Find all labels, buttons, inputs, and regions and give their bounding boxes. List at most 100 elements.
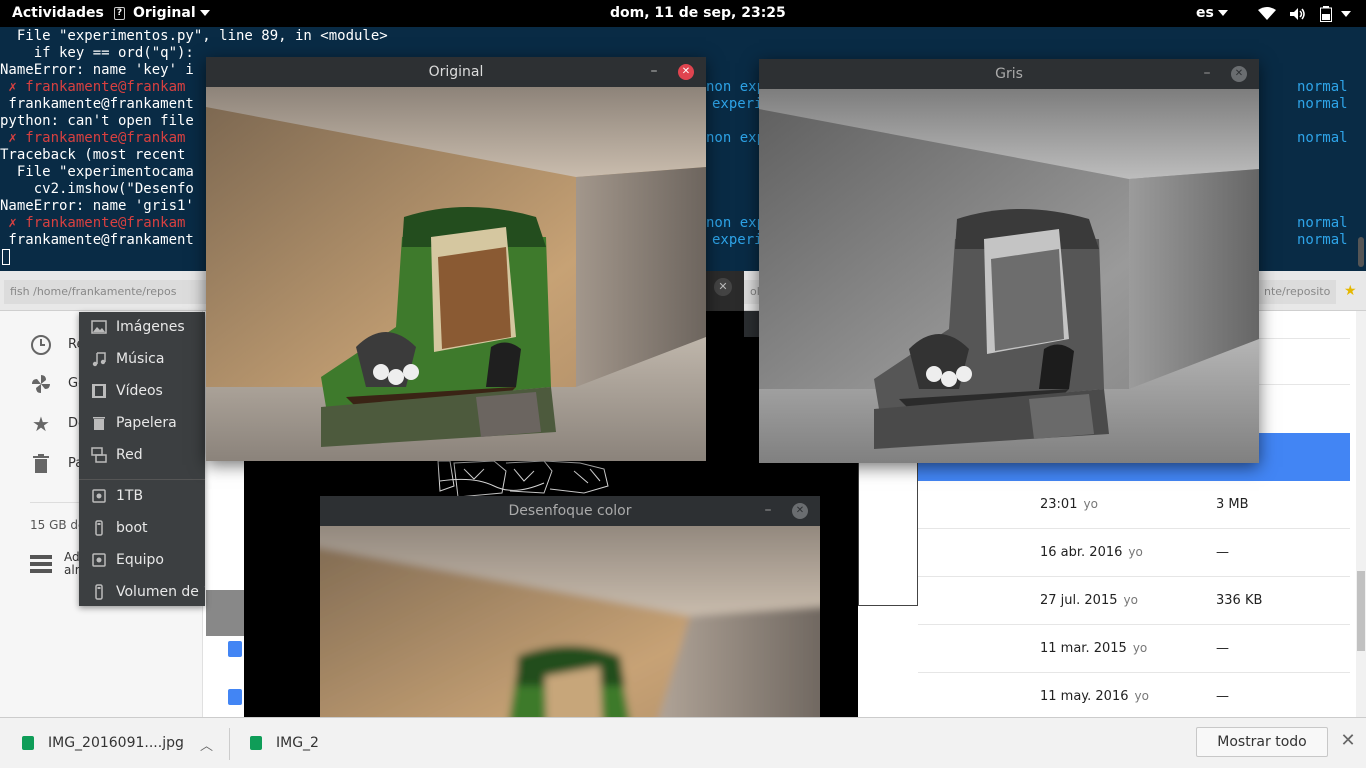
tab-fish[interactable]: fish /home/frankamente/repos <box>4 280 206 304</box>
file-list-scrollbar[interactable] <box>1356 311 1366 717</box>
modified-date: 11 may. 2016 yo <box>1040 689 1149 704</box>
modified-date: 23:01 yo <box>1040 497 1098 512</box>
table-row[interactable]: 16 abr. 2016 yo — <box>918 529 1350 577</box>
menu-item-imagenes[interactable]: Imágenes <box>79 312 205 344</box>
owner-text: yo <box>1128 545 1143 559</box>
star-icon: ★ <box>32 412 50 436</box>
chevron-down-icon <box>1340 11 1351 17</box>
terminal-fragment: non exp <box>706 215 766 231</box>
scrollbar-thumb[interactable] <box>1357 571 1365 651</box>
terminal-mode: normal <box>1297 130 1348 146</box>
close-icon[interactable]: ✕ <box>678 64 694 80</box>
tab-middle[interactable]: ole <box>744 280 760 304</box>
window-titlebar[interactable]: Desenfoque color <box>320 496 820 526</box>
pinwheel-icon <box>32 375 50 393</box>
menu-item-videos[interactable]: Vídeos <box>79 376 205 408</box>
menu-item-1tb[interactable]: 1TB <box>79 481 205 513</box>
window-titlebar[interactable]: Original <box>206 57 706 87</box>
owner-text: yo <box>1123 593 1138 607</box>
download-bar: IMG_2016091....jpg ︿ IMG_2 <box>0 717 1366 768</box>
date-text: 11 may. 2016 <box>1040 689 1129 704</box>
close-icon[interactable]: ✕ <box>792 503 808 519</box>
status-menu[interactable] <box>1258 6 1351 22</box>
storage-usage: 15 GB de <box>30 518 86 532</box>
file-size: — <box>1216 545 1229 560</box>
terminal-line: NameError: name 'key' i <box>0 62 194 78</box>
menu-item-label: Papelera <box>116 415 177 431</box>
usb-icon <box>95 584 103 600</box>
clock[interactable]: dom, 11 de sep, 23:25 <box>610 5 786 21</box>
music-icon <box>92 352 106 367</box>
download-item[interactable]: IMG_2016091....jpg ︿ <box>0 718 230 768</box>
terminal-line: frankamente@frankament <box>0 96 194 112</box>
window-title: Gris <box>995 66 1023 82</box>
window-title: Desenfoque color <box>508 503 632 519</box>
terminal-mode: normal <box>1297 232 1348 248</box>
close-icon[interactable]: ✕ <box>1231 66 1247 82</box>
original-image <box>206 87 706 461</box>
date-text: 16 abr. 2016 <box>1040 545 1123 560</box>
close-icon[interactable]: ✕ <box>714 278 732 296</box>
chevron-up-icon[interactable]: ︿ <box>200 735 213 754</box>
usb-icon <box>95 520 103 536</box>
storage-icon <box>30 555 52 573</box>
terminal-line: frankamente@frankament <box>0 232 194 248</box>
close-icon[interactable]: ✕ <box>1338 731 1358 751</box>
window-title: Original <box>428 64 484 80</box>
table-row[interactable]: 11 mar. 2015 yo — <box>918 625 1350 673</box>
minimize-icon[interactable]: – <box>761 503 775 517</box>
doc-icon <box>228 641 242 657</box>
menu-item-label: Volumen de 1 <box>116 584 205 600</box>
menu-item-label: Imágenes <box>116 319 185 335</box>
table-row[interactable]: 27 jul. 2015 yo 336 KB <box>918 577 1350 625</box>
trash-icon <box>93 417 105 430</box>
storage-action-line: Ad <box>64 550 80 564</box>
menu-item-red[interactable]: Red <box>79 440 205 472</box>
battery-icon <box>1319 6 1332 22</box>
menu-item-label: Red <box>116 447 143 463</box>
app-icon: ? <box>114 6 125 20</box>
trash-icon <box>33 454 49 473</box>
doc-icon <box>228 689 242 705</box>
tab-right[interactable]: nte/reposito <box>1258 280 1336 304</box>
terminal-line: python: can't open file <box>0 113 194 129</box>
terminal-fragment: non exp <box>706 130 766 146</box>
menu-item-equipo[interactable]: Equipo <box>79 545 205 577</box>
owner-text: yo <box>1134 689 1149 703</box>
menu-item-volumen[interactable]: Volumen de 1 <box>79 577 205 606</box>
modified-date: 11 mar. 2015 yo <box>1040 641 1147 656</box>
download-item[interactable]: IMG_2 <box>228 718 319 768</box>
terminal-line: ✗ frankamente@frankam <box>0 130 186 146</box>
show-all-button[interactable]: Mostrar todo <box>1196 727 1328 757</box>
original-window[interactable]: Original – ✕ <box>206 57 706 461</box>
image-file-icon <box>22 736 34 750</box>
volume-icon <box>1289 8 1305 20</box>
activities-button[interactable]: Actividades <box>12 5 104 21</box>
drive-icon <box>92 489 106 503</box>
minimize-icon[interactable]: – <box>1200 66 1214 80</box>
film-icon <box>92 384 106 398</box>
menu-item-boot[interactable]: boot <box>79 513 205 545</box>
table-row[interactable]: 23:01 yo 3 MB <box>918 481 1350 529</box>
minimize-icon[interactable]: – <box>647 64 661 78</box>
date-text: 23:01 <box>1040 497 1078 512</box>
terminal-line: cv2.imshow("Desenfo <box>0 181 194 197</box>
menu-item-label: 1TB <box>116 488 144 504</box>
menu-item-papelera[interactable]: Papelera <box>79 408 205 440</box>
window-titlebar[interactable]: Gris <box>759 59 1259 89</box>
gris-window[interactable]: Gris – ✕ <box>759 59 1259 463</box>
language-menu[interactable]: es <box>1196 5 1228 21</box>
file-size: 3 MB <box>1216 497 1249 512</box>
terminal-line: File "experimentocama <box>0 164 194 180</box>
terminal-line: File "experimentos.py", line 89, in <mod… <box>0 28 388 44</box>
owner-text: yo <box>1083 497 1098 511</box>
clock-icon <box>31 335 51 355</box>
menu-item-musica[interactable]: Música <box>79 344 205 376</box>
bookmark-star-icon[interactable]: ★ <box>1344 283 1357 299</box>
table-row[interactable]: 11 may. 2016 yo — <box>918 673 1350 721</box>
terminal-fragment: non exp <box>706 79 766 95</box>
terminal-scrollbar[interactable] <box>1358 237 1364 267</box>
menu-separator <box>79 479 205 480</box>
chevron-down-icon <box>1217 10 1228 16</box>
app-menu[interactable]: ? Original <box>114 5 210 21</box>
